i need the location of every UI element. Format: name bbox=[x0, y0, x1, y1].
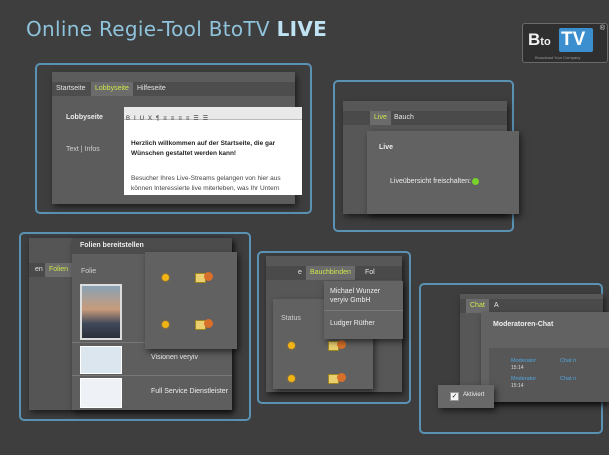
tab-bauchbinden[interactable]: Bauchbinden bbox=[306, 266, 355, 280]
slide-title-1: Visionen veryiv bbox=[151, 354, 198, 361]
bauchbinde-action-icons-2[interactable] bbox=[328, 373, 348, 384]
bullet-list-button[interactable]: ☰ bbox=[193, 113, 198, 125]
activate-label: Aktiviert bbox=[463, 392, 485, 398]
folie-action-icons-2[interactable] bbox=[195, 319, 215, 330]
settings-icon bbox=[337, 340, 346, 349]
align-left-button[interactable]: ≡ bbox=[163, 113, 167, 125]
editor-body: Besucher Ihres Live-Streams gelangen von… bbox=[131, 175, 281, 192]
page-title-strong: LIVE bbox=[276, 17, 328, 41]
chat-msg-tail-1: Chat n bbox=[560, 358, 577, 364]
live-tabbar bbox=[343, 111, 507, 125]
bauchbinde-name-2[interactable]: Ludger Rüther bbox=[330, 320, 375, 327]
bauchbinde-status-dot-2[interactable] bbox=[288, 375, 295, 382]
tab-chat[interactable]: Chat bbox=[466, 299, 489, 313]
names-divider bbox=[324, 310, 403, 311]
bauchbinde-name-1[interactable]: Michael Wunzer veryiv GmbH bbox=[330, 287, 398, 305]
align-center-button[interactable]: ≡ bbox=[171, 113, 175, 125]
screenshot-canvas: Online Regie-Tool BtoTV LIVE Bto TV ® Br… bbox=[0, 0, 609, 455]
underline-button[interactable]: U bbox=[140, 113, 144, 125]
speaker-photo bbox=[80, 284, 122, 340]
tab-e[interactable]: e bbox=[294, 266, 306, 280]
chat-title: Moderatoren-Chat bbox=[493, 321, 554, 328]
settings-icon bbox=[204, 272, 213, 281]
live-content: Live Liveübersicht freischalten: bbox=[367, 131, 519, 214]
settings-icon bbox=[337, 373, 346, 382]
chat-msg-time-2: 15:14 bbox=[511, 383, 524, 389]
folien-title: Folien bereitstellen bbox=[80, 242, 144, 249]
logo-left-text: B bbox=[528, 30, 541, 49]
folien-action-card bbox=[145, 252, 237, 349]
tab-folien[interactable]: Folien bbox=[45, 263, 73, 277]
settings-icon bbox=[204, 319, 213, 328]
chat-msg-tail-2: Chat n bbox=[560, 376, 577, 382]
tab-live[interactable]: Live bbox=[370, 111, 391, 125]
slide-thumbnail-2[interactable] bbox=[80, 378, 122, 408]
page-title: Online Regie-Tool BtoTV LIVE bbox=[26, 17, 327, 41]
logo-tagline: Broadcast Your Company bbox=[535, 55, 581, 60]
paragraph-button[interactable]: ¶ bbox=[156, 113, 159, 125]
live-status-dot[interactable] bbox=[472, 178, 479, 185]
tab-a[interactable]: A bbox=[490, 299, 503, 313]
chat-msg-name-1: Moderator bbox=[511, 358, 537, 364]
tab-bauch[interactable]: Bauch bbox=[390, 111, 418, 125]
folie-action-icons-1[interactable] bbox=[195, 272, 215, 283]
folie-status-dot-2[interactable] bbox=[162, 321, 169, 328]
logo-tv-text: TV bbox=[561, 29, 586, 50]
number-list-button[interactable]: ☰ bbox=[203, 113, 208, 125]
editor-toolbar: B I U X ¶ ≡ ≡ ≡ ≡ ☰ ☰ bbox=[124, 107, 302, 122]
chat-window: Moderatoren-Chat Moderator 15:14 Chat n … bbox=[481, 312, 609, 402]
cut-button[interactable]: X bbox=[148, 113, 152, 125]
bauchbinde-action-icons-1[interactable] bbox=[328, 340, 348, 351]
folie-column-label: Folie bbox=[81, 268, 97, 275]
chat-msg-time-1: 15:14 bbox=[511, 365, 524, 371]
bauchbinden-names-card: Michael Wunzer veryiv GmbH Ludger Rüther bbox=[324, 281, 403, 339]
chat-activate-box: ✓ Aktiviert bbox=[438, 385, 494, 408]
align-right-button[interactable]: ≡ bbox=[178, 113, 182, 125]
bauchbinde-status-dot-1[interactable] bbox=[288, 342, 295, 349]
logo-to-text: to bbox=[540, 36, 551, 48]
status-label: Status bbox=[281, 315, 301, 322]
logo-registered-mark: ® bbox=[599, 25, 605, 32]
chat-messages: Moderator 15:14 Chat n Moderator 15:14 C… bbox=[489, 348, 609, 402]
live-section-label: Live bbox=[379, 144, 394, 151]
tab-fol[interactable]: Fol bbox=[361, 266, 379, 280]
bold-button[interactable]: B bbox=[126, 113, 130, 125]
logo-b: Bto bbox=[528, 30, 551, 50]
folie-status-dot-1[interactable] bbox=[162, 274, 169, 281]
page-title-text: Online Regie-Tool BtoTV bbox=[26, 17, 270, 41]
editor-heading: Herzlich willkommen auf der Startseite, … bbox=[131, 140, 276, 157]
text-infos-label: Text | Infos bbox=[66, 146, 100, 153]
tab-hilfeseite[interactable]: Hilfeseite bbox=[133, 82, 170, 96]
italic-button[interactable]: I bbox=[134, 113, 136, 125]
rich-text-editor[interactable]: B I U X ¶ ≡ ≡ ≡ ≡ ☰ ☰ Herzlich willkommen auf der … bbox=[124, 107, 302, 195]
folien-divider-2 bbox=[72, 375, 232, 376]
lobby-section-label: Lobbyseite bbox=[66, 114, 103, 121]
live-overview-label: Liveübersicht freischalten: bbox=[390, 178, 471, 185]
tab-startseite[interactable]: Startseite bbox=[52, 82, 90, 96]
activate-checkbox[interactable]: ✓ bbox=[450, 392, 459, 401]
slide-thumbnail-1[interactable] bbox=[80, 346, 122, 374]
chat-msg-name-2: Moderator bbox=[511, 376, 537, 382]
slide-title-2: Full Service Dienstleister bbox=[151, 388, 229, 395]
tab-lobbyseite[interactable]: Lobbyseite bbox=[91, 82, 133, 96]
align-justify-button[interactable]: ≡ bbox=[186, 113, 190, 125]
btotv-logo: Bto TV ® Broadcast Your Company bbox=[522, 23, 608, 63]
